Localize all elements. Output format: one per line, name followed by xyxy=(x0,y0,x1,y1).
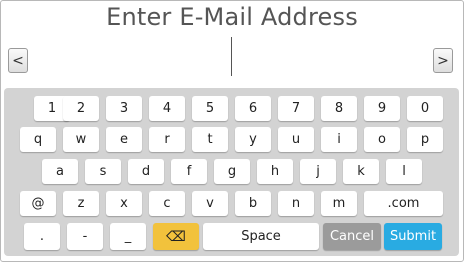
key-m[interactable]: m xyxy=(321,191,357,216)
page-title: Enter E-Mail Address xyxy=(106,3,358,31)
key-h[interactable]: h xyxy=(257,159,293,184)
key-dash[interactable]: - xyxy=(67,223,103,250)
key-d[interactable]: d xyxy=(128,159,164,184)
key-at[interactable]: @ xyxy=(20,191,56,216)
key-x[interactable]: x xyxy=(106,191,142,216)
key-4[interactable]: 4 xyxy=(149,96,185,121)
key-3[interactable]: 3 xyxy=(106,96,142,121)
key-k[interactable]: k xyxy=(343,159,379,184)
backspace-key[interactable]: ⌫ xyxy=(153,223,199,250)
key-dot[interactable]: . xyxy=(24,223,60,250)
key-v[interactable]: v xyxy=(192,191,228,216)
submit-button[interactable]: Submit xyxy=(384,223,442,250)
key-j[interactable]: j xyxy=(300,159,336,184)
key-c[interactable]: c xyxy=(149,191,185,216)
key-f[interactable]: f xyxy=(171,159,207,184)
key-7[interactable]: 7 xyxy=(278,96,314,121)
cursor-right-button[interactable]: > xyxy=(433,48,453,73)
key-dotcom[interactable]: .com xyxy=(364,191,443,216)
key-b[interactable]: b xyxy=(235,191,271,216)
key-s[interactable]: s xyxy=(85,159,121,184)
key-9[interactable]: 9 xyxy=(364,96,400,121)
key-y[interactable]: y xyxy=(235,127,271,152)
cursor-left-button[interactable]: < xyxy=(8,48,28,73)
backspace-icon: ⌫ xyxy=(166,228,186,245)
key-underscore[interactable]: _ xyxy=(110,223,146,250)
key-p[interactable]: p xyxy=(407,127,443,152)
key-u[interactable]: u xyxy=(278,127,314,152)
key-5[interactable]: 5 xyxy=(192,96,228,121)
key-g[interactable]: g xyxy=(214,159,250,184)
key-q[interactable]: q xyxy=(20,127,56,152)
key-l[interactable]: l xyxy=(386,159,422,184)
space-key[interactable]: Space xyxy=(203,223,319,250)
key-z[interactable]: z xyxy=(63,191,99,216)
key-e[interactable]: e xyxy=(106,127,142,152)
cancel-button[interactable]: Cancel xyxy=(323,223,381,250)
key-o[interactable]: o xyxy=(364,127,400,152)
key-i[interactable]: i xyxy=(321,127,357,152)
key-t[interactable]: t xyxy=(192,127,228,152)
onscreen-keyboard: 1 2 3 4 5 6 7 8 9 0 q w e r t y u i o p … xyxy=(4,88,459,256)
key-2[interactable]: 2 xyxy=(63,96,99,121)
key-w[interactable]: w xyxy=(63,127,99,152)
key-n[interactable]: n xyxy=(278,191,314,216)
text-caret xyxy=(231,37,232,76)
key-r[interactable]: r xyxy=(149,127,185,152)
email-input-field[interactable] xyxy=(0,35,464,85)
key-8[interactable]: 8 xyxy=(321,96,357,121)
key-a[interactable]: a xyxy=(42,159,78,184)
key-6[interactable]: 6 xyxy=(235,96,271,121)
key-0[interactable]: 0 xyxy=(407,96,443,121)
